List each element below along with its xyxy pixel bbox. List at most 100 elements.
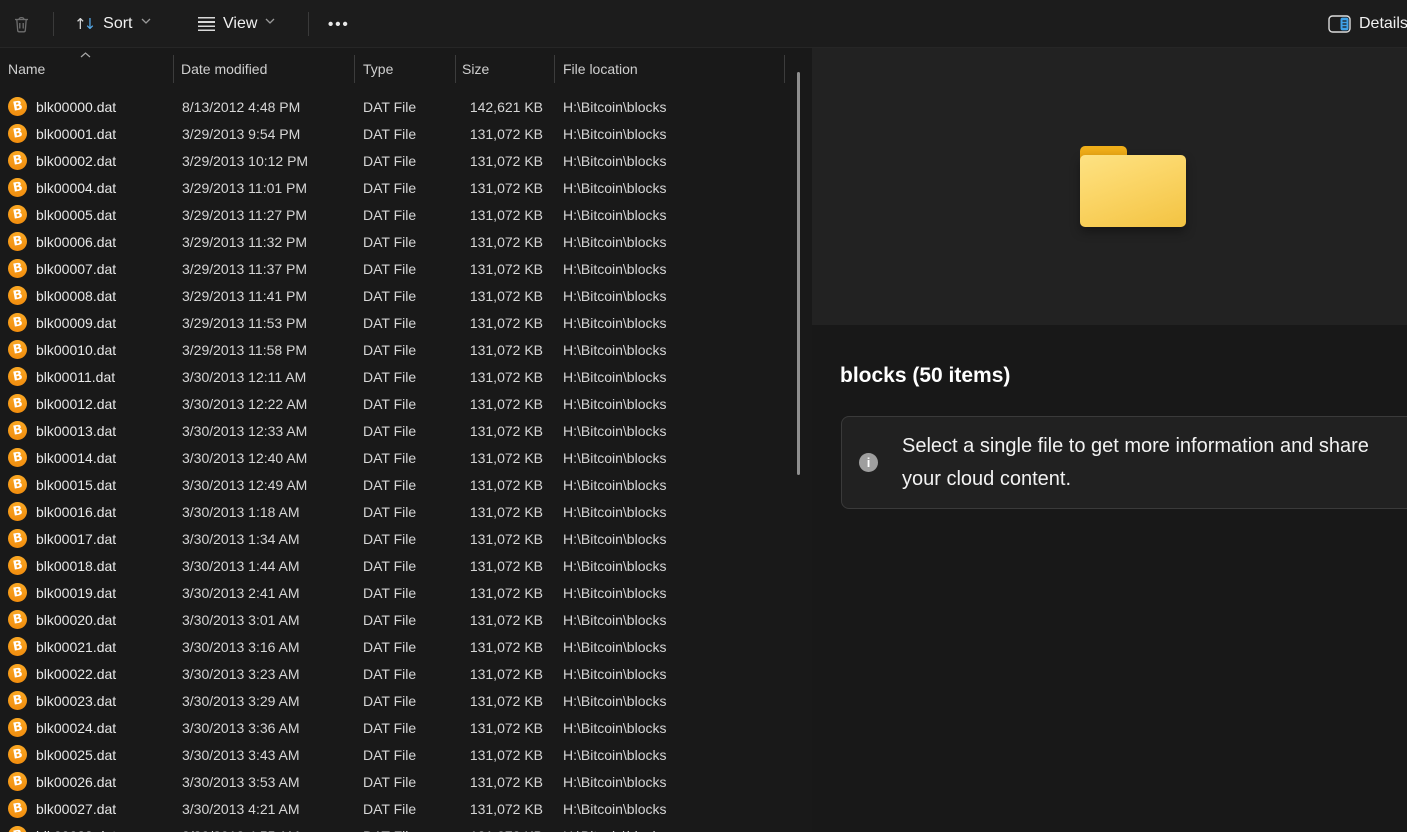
file-type: DAT File — [363, 336, 453, 363]
file-location: H:\Bitcoin\blocks — [563, 336, 788, 363]
file-row[interactable]: B blk00005.dat 3/29/2013 11:27 PM DAT Fi… — [0, 201, 790, 228]
file-type: DAT File — [363, 120, 453, 147]
file-location: H:\Bitcoin\blocks — [563, 471, 788, 498]
file-row[interactable]: B blk00019.dat 3/30/2013 2:41 AM DAT Fil… — [0, 579, 790, 606]
file-row[interactable]: B blk00002.dat 3/29/2013 10:12 PM DAT Fi… — [0, 147, 790, 174]
file-date-modified: 3/29/2013 10:12 PM — [182, 147, 352, 174]
column-header-size[interactable]: Size — [462, 49, 489, 88]
file-size: 131,072 KB — [455, 255, 543, 282]
column-divider[interactable] — [554, 55, 555, 83]
file-row[interactable]: B blk00016.dat 3/30/2013 1:18 AM DAT Fil… — [0, 498, 790, 525]
file-location: H:\Bitcoin\blocks — [563, 741, 788, 768]
file-row[interactable]: B blk00023.dat 3/30/2013 3:29 AM DAT Fil… — [0, 687, 790, 714]
file-type: DAT File — [363, 471, 453, 498]
file-type: DAT File — [363, 201, 453, 228]
bitcoin-file-icon: B — [8, 367, 27, 386]
file-size: 131,072 KB — [455, 336, 543, 363]
file-size: 131,072 KB — [455, 768, 543, 795]
view-button[interactable]: View — [188, 6, 285, 42]
file-name: blk00004.dat — [36, 180, 116, 196]
column-header-type[interactable]: Type — [363, 49, 393, 88]
file-type: DAT File — [363, 741, 453, 768]
file-type: DAT File — [363, 282, 453, 309]
file-row[interactable]: B blk00012.dat 3/30/2013 12:22 AM DAT Fi… — [0, 390, 790, 417]
chevron-down-icon — [141, 18, 151, 24]
bitcoin-file-icon: B — [8, 502, 27, 521]
file-date-modified: 3/30/2013 3:29 AM — [182, 687, 352, 714]
file-row[interactable]: B blk00006.dat 3/29/2013 11:32 PM DAT Fi… — [0, 228, 790, 255]
file-row[interactable]: B blk00004.dat 3/29/2013 11:01 PM DAT Fi… — [0, 174, 790, 201]
file-row[interactable]: B blk00007.dat 3/29/2013 11:37 PM DAT Fi… — [0, 255, 790, 282]
file-location: H:\Bitcoin\blocks — [563, 282, 788, 309]
file-location: H:\Bitcoin\blocks — [563, 579, 788, 606]
file-row[interactable]: B blk00011.dat 3/30/2013 12:11 AM DAT Fi… — [0, 363, 790, 390]
file-row[interactable]: B blk00024.dat 3/30/2013 3:36 AM DAT Fil… — [0, 714, 790, 741]
column-divider[interactable] — [354, 55, 355, 83]
file-location: H:\Bitcoin\blocks — [563, 255, 788, 282]
file-type: DAT File — [363, 255, 453, 282]
file-row[interactable]: B blk00026.dat 3/30/2013 3:53 AM DAT Fil… — [0, 768, 790, 795]
file-name: blk00017.dat — [36, 531, 116, 547]
file-date-modified: 3/29/2013 11:37 PM — [182, 255, 352, 282]
file-location: H:\Bitcoin\blocks — [563, 417, 788, 444]
file-date-modified: 3/29/2013 11:58 PM — [182, 336, 352, 363]
file-row[interactable]: B blk00001.dat 3/29/2013 9:54 PM DAT Fil… — [0, 120, 790, 147]
column-divider[interactable] — [784, 55, 785, 83]
file-type: DAT File — [363, 444, 453, 471]
file-name: blk00027.dat — [36, 801, 116, 817]
file-date-modified: 3/30/2013 4:21 AM — [182, 795, 352, 822]
file-location: H:\Bitcoin\blocks — [563, 687, 788, 714]
delete-button[interactable] — [2, 6, 41, 42]
file-name: blk00028.dat — [36, 828, 116, 832]
bitcoin-file-icon: B — [8, 772, 27, 791]
file-name: blk00008.dat — [36, 288, 116, 304]
sort-button[interactable]: ↑↓ Sort — [64, 6, 161, 42]
file-location: H:\Bitcoin\blocks — [563, 174, 788, 201]
file-size: 131,072 KB — [455, 471, 543, 498]
more-options-button[interactable]: ••• — [318, 6, 360, 42]
file-size: 131,072 KB — [455, 201, 543, 228]
vertical-scrollbar-thumb[interactable] — [797, 72, 800, 475]
file-row[interactable]: B blk00022.dat 3/30/2013 3:23 AM DAT Fil… — [0, 660, 790, 687]
file-row[interactable]: B blk00000.dat 8/13/2012 4:48 PM DAT Fil… — [0, 93, 790, 120]
bitcoin-file-icon: B — [8, 259, 27, 278]
file-location: H:\Bitcoin\blocks — [563, 498, 788, 525]
file-row[interactable]: B blk00020.dat 3/30/2013 3:01 AM DAT Fil… — [0, 606, 790, 633]
file-name: blk00006.dat — [36, 234, 116, 250]
file-name: blk00002.dat — [36, 153, 116, 169]
toolbar-divider — [308, 12, 309, 36]
column-divider[interactable] — [173, 55, 174, 83]
file-name: blk00010.dat — [36, 342, 116, 358]
file-row[interactable]: B blk00015.dat 3/30/2013 12:49 AM DAT Fi… — [0, 471, 790, 498]
file-type: DAT File — [363, 579, 453, 606]
file-row[interactable]: B blk00017.dat 3/30/2013 1:34 AM DAT Fil… — [0, 525, 790, 552]
file-row[interactable]: B blk00010.dat 3/29/2013 11:58 PM DAT Fi… — [0, 336, 790, 363]
file-location: H:\Bitcoin\blocks — [563, 444, 788, 471]
file-date-modified: 3/30/2013 12:49 AM — [182, 471, 352, 498]
file-name: blk00007.dat — [36, 261, 116, 277]
file-type: DAT File — [363, 660, 453, 687]
file-row[interactable]: B blk00008.dat 3/29/2013 11:41 PM DAT Fi… — [0, 282, 790, 309]
bitcoin-file-icon: B — [8, 448, 27, 467]
file-row[interactable]: B blk00013.dat 3/30/2013 12:33 AM DAT Fi… — [0, 417, 790, 444]
column-divider[interactable] — [455, 55, 456, 83]
file-row[interactable]: B blk00027.dat 3/30/2013 4:21 AM DAT Fil… — [0, 795, 790, 822]
file-date-modified: 3/30/2013 3:16 AM — [182, 633, 352, 660]
bitcoin-file-icon: B — [8, 610, 27, 629]
column-header-date-modified[interactable]: Date modified — [181, 49, 267, 88]
file-row[interactable]: B blk00018.dat 3/30/2013 1:44 AM DAT Fil… — [0, 552, 790, 579]
file-size: 131,072 KB — [455, 660, 543, 687]
file-name: blk00018.dat — [36, 558, 116, 574]
column-header-file-location[interactable]: File location — [563, 49, 638, 88]
details-pane-toggle-button[interactable]: Details — [1318, 6, 1407, 42]
file-size: 131,072 KB — [455, 525, 543, 552]
file-row[interactable]: B blk00014.dat 3/30/2013 12:40 AM DAT Fi… — [0, 444, 790, 471]
file-row[interactable]: B blk00028.dat 3/30/2013 4:55 AM DAT Fil… — [0, 822, 790, 832]
file-row[interactable]: B blk00025.dat 3/30/2013 3:43 AM DAT Fil… — [0, 741, 790, 768]
file-row[interactable]: B blk00021.dat 3/30/2013 3:16 AM DAT Fil… — [0, 633, 790, 660]
file-date-modified: 3/30/2013 12:40 AM — [182, 444, 352, 471]
column-header-name[interactable]: Name — [8, 49, 45, 88]
file-size: 131,072 KB — [455, 147, 543, 174]
file-row[interactable]: B blk00009.dat 3/29/2013 11:53 PM DAT Fi… — [0, 309, 790, 336]
file-date-modified: 3/30/2013 12:33 AM — [182, 417, 352, 444]
